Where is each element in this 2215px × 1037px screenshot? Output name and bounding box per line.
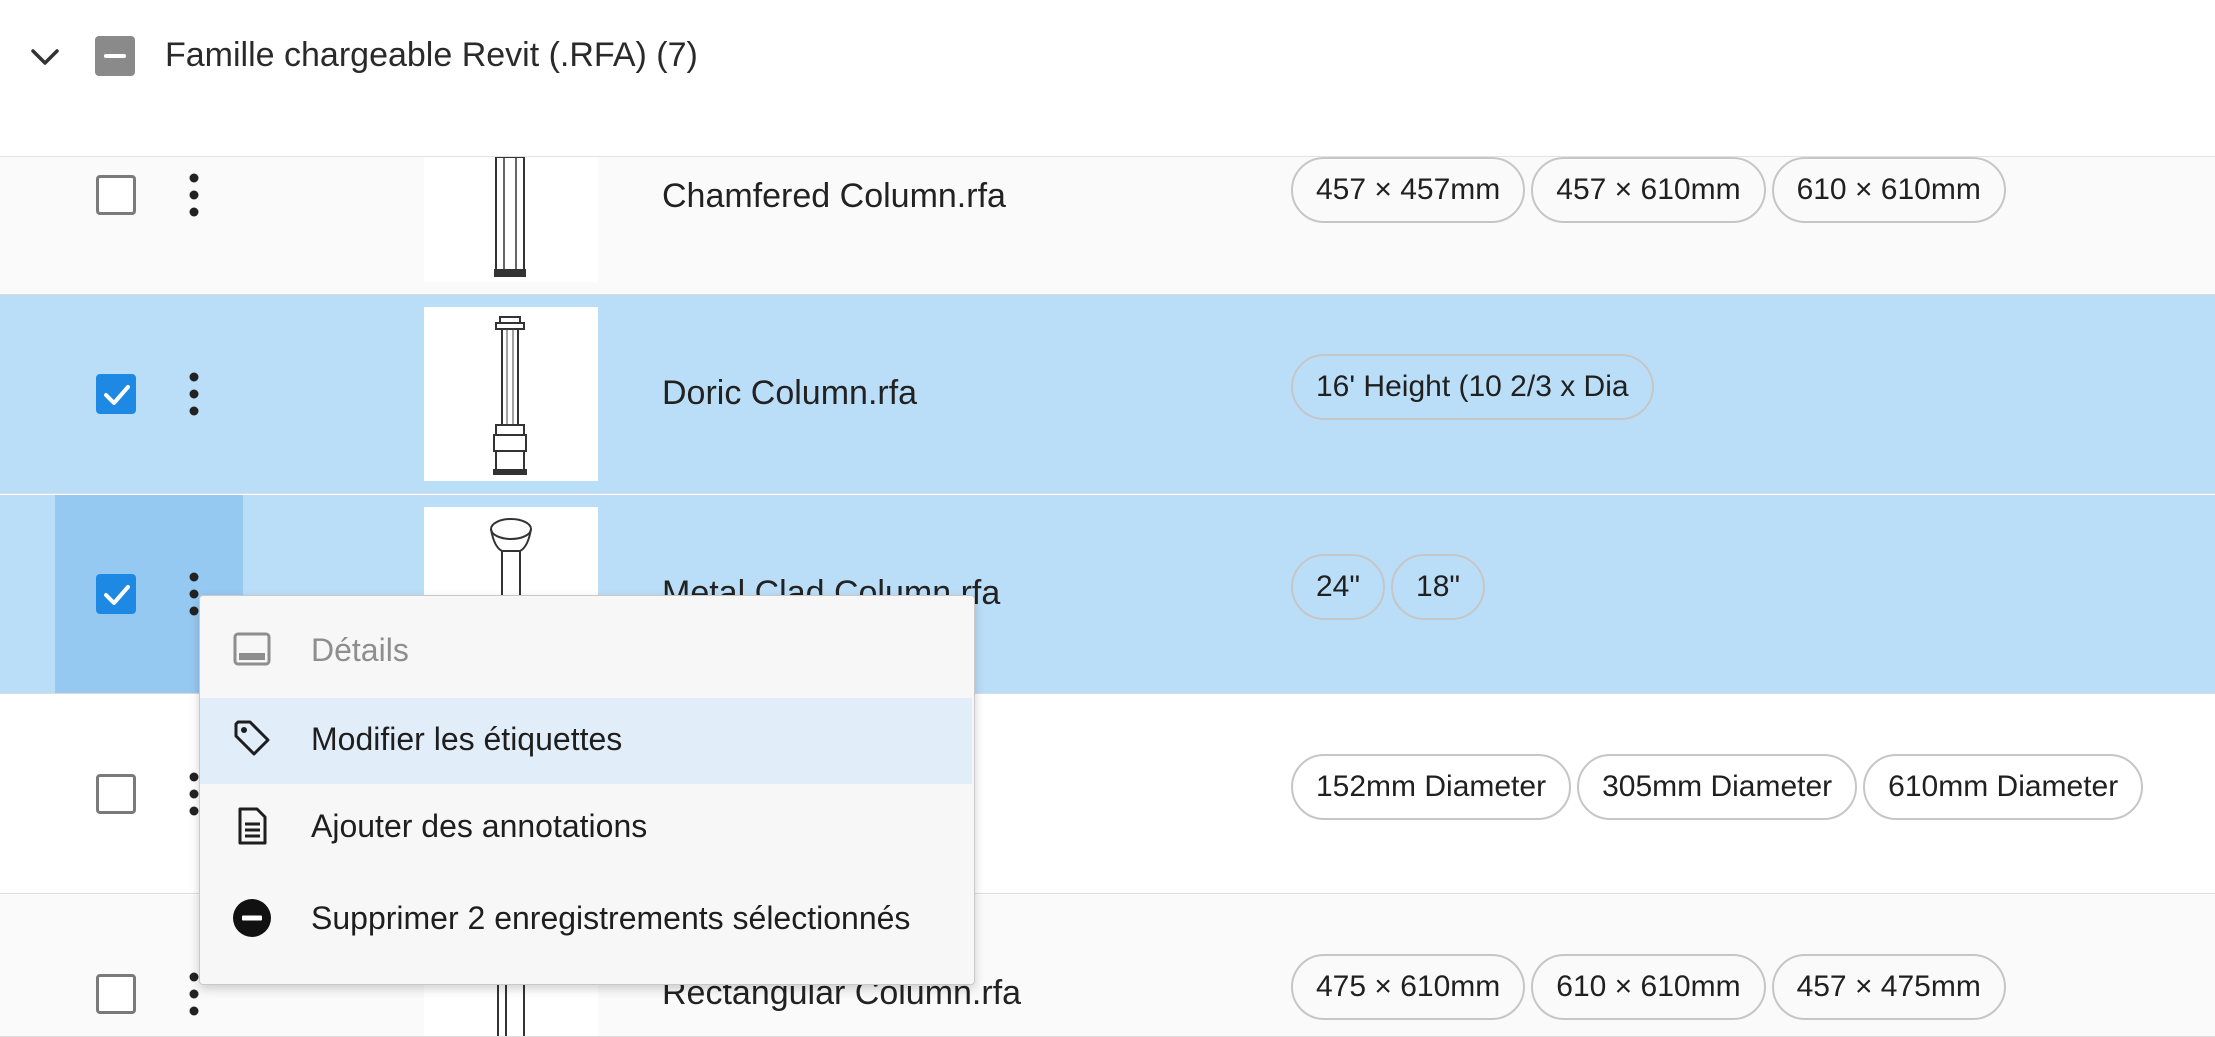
tag-chip[interactable]: 610mm Diameter bbox=[1863, 754, 2144, 820]
tag-chip[interactable]: 305mm Diameter bbox=[1577, 754, 1858, 820]
context-menu: Détails Modifier les étiquettes Ajouter … bbox=[199, 595, 975, 985]
tag-chip[interactable]: 16' Height (10 2/3 x Dia bbox=[1291, 354, 1654, 420]
menu-item-label: Supprimer 2 enregistrements sélectionnés bbox=[311, 900, 911, 936]
group-title: Famille chargeable Revit (.RFA) (7) bbox=[165, 36, 698, 74]
table-row[interactable]: Doric Column.rfa 16' Height (10 2/3 x Di… bbox=[0, 295, 2215, 494]
tag-chip[interactable]: 457 × 457mm bbox=[1291, 157, 1526, 223]
tag-list: 152mm Diameter 305mm Diameter 610mm Diam… bbox=[1291, 754, 2144, 820]
remove-circle-icon bbox=[233, 899, 271, 937]
menu-item-label: Ajouter des annotations bbox=[311, 808, 648, 844]
tag-chip[interactable]: 475 × 610mm bbox=[1291, 954, 1526, 1020]
menu-item-add-annotations[interactable]: Ajouter des annotations bbox=[200, 784, 972, 870]
row-name[interactable]: Doric Column.rfa bbox=[662, 374, 917, 413]
tag-chip[interactable]: 152mm Diameter bbox=[1291, 754, 1572, 820]
tag-list: 475 × 610mm 610 × 610mm 457 × 475mm bbox=[1291, 954, 2006, 1020]
menu-item-label: Détails bbox=[311, 632, 409, 668]
column-thumbnail-image bbox=[494, 157, 526, 277]
thumbnail bbox=[424, 157, 598, 282]
row-checkbox[interactable] bbox=[96, 774, 136, 814]
row-name[interactable]: Chamfered Column.rfa bbox=[662, 177, 1006, 216]
column-thumbnail-image bbox=[493, 316, 527, 475]
tag-list: 457 × 457mm 457 × 610mm 610 × 610mm bbox=[1291, 157, 2006, 223]
tag-chip[interactable]: 610 × 610mm bbox=[1531, 954, 1766, 1020]
tag-chip[interactable]: 610 × 610mm bbox=[1771, 157, 2006, 223]
row-checkbox[interactable] bbox=[96, 374, 136, 414]
group-select-checkbox[interactable] bbox=[95, 36, 135, 76]
row-checkbox[interactable] bbox=[96, 574, 136, 614]
details-panel-icon bbox=[233, 632, 271, 666]
menu-item-edit-tags[interactable]: Modifier les étiquettes bbox=[200, 698, 972, 784]
menu-item-delete-selected[interactable]: Supprimer 2 enregistrements sélectionnés bbox=[200, 874, 972, 960]
tag-list: 16' Height (10 2/3 x Dia bbox=[1291, 354, 1654, 420]
row-checkbox[interactable] bbox=[96, 175, 136, 215]
tag-chip[interactable]: 457 × 475mm bbox=[1771, 954, 2006, 1020]
document-icon bbox=[238, 807, 267, 845]
row-checkbox[interactable] bbox=[96, 974, 136, 1014]
table-row[interactable]: Chamfered Column.rfa 457 × 457mm 457 × 6… bbox=[0, 157, 2215, 295]
tag-chip[interactable]: 18" bbox=[1391, 554, 1486, 620]
tag-chip[interactable]: 457 × 610mm bbox=[1531, 157, 1766, 223]
tag-list: 24" 18" bbox=[1291, 554, 1486, 620]
menu-item-details[interactable]: Détails bbox=[200, 606, 972, 692]
chevron-down-icon[interactable] bbox=[28, 40, 62, 74]
more-options-icon[interactable] bbox=[183, 172, 205, 218]
menu-item-label: Modifier les étiquettes bbox=[311, 721, 623, 757]
group-header: Famille chargeable Revit (.RFA) (7) bbox=[0, 0, 2215, 158]
tag-chip[interactable]: 24" bbox=[1291, 554, 1386, 620]
more-options-icon[interactable] bbox=[183, 371, 205, 417]
thumbnail bbox=[424, 307, 598, 481]
tag-icon bbox=[234, 720, 270, 756]
